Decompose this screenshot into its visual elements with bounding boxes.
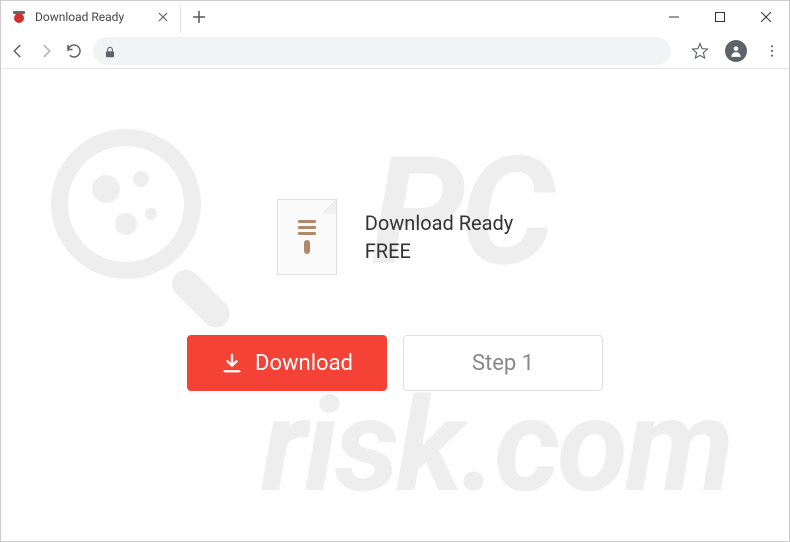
watermark-risk-text: risk.com — [261, 369, 731, 522]
file-title-line2: FREE — [365, 237, 514, 265]
lock-icon — [103, 44, 117, 58]
window-titlebar: Download Ready — [1, 1, 789, 33]
back-button[interactable] — [9, 42, 27, 60]
account-icon[interactable] — [725, 40, 747, 62]
menu-dots-icon[interactable] — [763, 42, 781, 60]
zip-file-icon — [277, 199, 337, 275]
address-bar[interactable] — [93, 37, 671, 65]
step-button-label: Step 1 — [472, 351, 534, 376]
toolbar-right-icons — [691, 40, 781, 62]
download-icon — [221, 352, 243, 374]
button-row: Download Step 1 — [187, 335, 603, 391]
new-tab-button[interactable] — [185, 3, 213, 31]
maximize-button[interactable] — [697, 1, 743, 33]
tab-favicon — [11, 9, 27, 25]
minimize-button[interactable] — [651, 1, 697, 33]
reload-button[interactable] — [65, 42, 83, 60]
step-button[interactable]: Step 1 — [403, 335, 603, 391]
browser-toolbar — [1, 33, 789, 69]
file-title: Download Ready FREE — [365, 209, 514, 265]
main-content: Download Ready FREE Download Step 1 — [1, 199, 789, 391]
file-card: Download Ready FREE — [277, 199, 514, 275]
download-button-label: Download — [255, 351, 353, 376]
tab-title: Download Ready — [35, 10, 148, 24]
page-content: PC risk.com Download Ready FREE Download — [1, 69, 789, 541]
forward-button[interactable] — [37, 42, 55, 60]
bookmark-star-icon[interactable] — [691, 42, 709, 60]
download-button[interactable]: Download — [187, 335, 387, 391]
window-controls — [651, 1, 789, 33]
close-window-button[interactable] — [743, 1, 789, 33]
file-title-line1: Download Ready — [365, 209, 514, 237]
close-tab-icon[interactable] — [156, 10, 170, 24]
browser-tab[interactable]: Download Ready — [1, 1, 181, 33]
